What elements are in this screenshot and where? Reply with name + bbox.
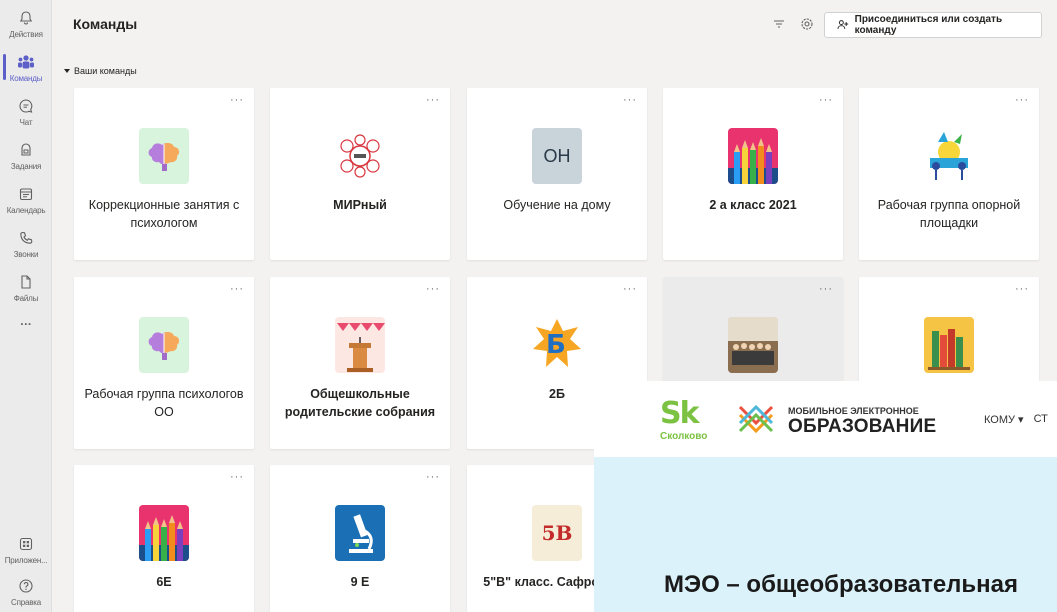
team-name: Общешкольные родительские собрания xyxy=(284,387,436,419)
more-options-icon[interactable]: ··· xyxy=(230,472,244,483)
rail-item-assignments[interactable]: Задания xyxy=(0,134,52,176)
meo-banner-overlay: Sk Сколково МОБИЛЬНОЕ ЭЛЕКТРОННОЕ ОБРАЗО… xyxy=(594,381,1057,612)
rail-item-label: Команды xyxy=(9,73,43,83)
bell-icon xyxy=(16,8,36,28)
rail-item-activity[interactable]: Действия xyxy=(0,2,52,44)
rail-item-calls[interactable]: Звонки xyxy=(0,222,52,264)
meo-header: Sk Сколково МОБИЛЬНОЕ ЭЛЕКТРОННОЕ ОБРАЗО… xyxy=(594,381,1057,457)
badge-text: 5В xyxy=(541,521,573,545)
rail-item-label: Файлы xyxy=(13,293,39,303)
class-5v-badge-icon: 5В xyxy=(532,505,582,561)
sun-people-icon xyxy=(924,128,974,184)
svg-text:Б: Б xyxy=(546,330,566,360)
pencils-icon xyxy=(728,128,778,184)
rail-item-calendar[interactable]: Календарь xyxy=(0,178,52,220)
more-options-icon[interactable]: ··· xyxy=(230,95,244,106)
teams-icon xyxy=(16,52,36,72)
meo-title: ОБРАЗОВАНИЕ xyxy=(788,416,937,437)
calendar-icon xyxy=(16,184,36,204)
meo-emblem-icon xyxy=(738,404,774,434)
page-title: Команды xyxy=(73,16,138,32)
more-options-icon[interactable]: ··· xyxy=(1015,284,1029,295)
team-card[interactable]: ··· МИРный xyxy=(270,88,450,260)
meo-subtitle: МОБИЛЬНОЕ ЭЛЕКТРОННОЕ xyxy=(788,406,919,416)
meo-headline: МЭО – общеобразовательная xyxy=(664,571,1019,598)
meo-nav: КОМУ ▾ СТ xyxy=(984,413,1048,426)
skolkovo-logo: Sk Сколково xyxy=(660,399,720,447)
team-card[interactable]: ··· Общешкольные родительские собрания xyxy=(270,277,450,449)
rail-item-label: Приложен... xyxy=(4,555,48,565)
skolkovo-text: Сколково xyxy=(660,431,708,442)
rail-item-label: Календарь xyxy=(6,205,46,215)
team-card[interactable]: ··· 2 а класс 2021 xyxy=(663,88,843,260)
section-toggle-your-teams[interactable]: Ваши команды xyxy=(64,66,137,76)
rail-item-apps[interactable]: Приложен... xyxy=(0,528,52,570)
team-card[interactable]: ··· ОН Обучение на дому xyxy=(467,88,647,260)
rail-item-label: Действия xyxy=(9,29,43,39)
rail-item-files[interactable]: Файлы xyxy=(0,266,52,308)
more-options-icon[interactable]: ··· xyxy=(819,284,833,295)
rail-more-button[interactable]: ··· xyxy=(0,310,52,336)
more-icon: ··· xyxy=(20,317,32,331)
podium-icon xyxy=(335,317,385,373)
more-options-icon[interactable]: ··· xyxy=(623,95,637,106)
more-options-icon[interactable]: ··· xyxy=(819,95,833,106)
books-icon xyxy=(924,317,974,373)
filter-icon[interactable] xyxy=(772,17,786,31)
assignments-icon xyxy=(16,140,36,160)
team-card[interactable]: ··· 9 Е xyxy=(270,465,450,612)
more-options-icon[interactable]: ··· xyxy=(426,284,440,295)
caret-down-icon xyxy=(64,69,70,73)
team-name: Обучение на дому xyxy=(503,198,611,212)
more-options-icon[interactable]: ··· xyxy=(623,284,637,295)
team-name: Коррекционные занятия с психологом xyxy=(88,198,240,230)
letter-b-icon: Б xyxy=(532,317,582,373)
brain-icon xyxy=(139,128,189,184)
app-rail: Действия Команды Чат Задания Календарь З… xyxy=(0,0,52,612)
rail-item-label: Справка xyxy=(11,597,41,607)
pencils-icon xyxy=(139,505,189,561)
rail-item-label: Звонки xyxy=(13,249,39,259)
brain-icon xyxy=(139,317,189,373)
team-name: МИРный xyxy=(333,198,387,212)
team-name: 2 а класс 2021 xyxy=(709,198,797,212)
rail-item-teams[interactable]: Команды xyxy=(0,46,52,88)
section-title: Ваши команды xyxy=(74,66,137,76)
more-options-icon[interactable]: ··· xyxy=(1015,95,1029,106)
team-name: Рабочая группа опорной площадки xyxy=(877,198,1021,230)
microscope-icon xyxy=(335,505,385,561)
phone-icon xyxy=(16,228,36,248)
team-name: 9 Е xyxy=(350,575,370,589)
mir-logo-icon xyxy=(335,128,385,184)
team-name: 6Е xyxy=(156,575,172,589)
join-or-create-team-button[interactable]: Присоединиться или создать команду xyxy=(824,12,1042,38)
team-card[interactable]: ··· Рабочая группа опорной площадки xyxy=(859,88,1039,260)
team-card[interactable]: ··· Коррекционные занятия с психологом xyxy=(74,88,254,260)
file-icon xyxy=(16,272,36,292)
more-options-icon[interactable]: ··· xyxy=(426,95,440,106)
more-options-icon[interactable]: ··· xyxy=(426,472,440,483)
team-card[interactable]: ··· 6Е xyxy=(74,465,254,612)
rail-item-help[interactable]: Справка xyxy=(0,570,52,612)
class-photo-image xyxy=(728,317,778,373)
meo-nav-whom[interactable]: КОМУ ▾ xyxy=(984,413,1024,426)
join-button-label: Присоединиться или создать команду xyxy=(854,14,1003,36)
rail-item-chat[interactable]: Чат xyxy=(0,90,52,132)
more-options-icon[interactable]: ··· xyxy=(230,284,244,295)
team-initials-avatar: ОН xyxy=(532,128,582,184)
team-card[interactable]: ··· Рабочая группа психологов ОО xyxy=(74,277,254,449)
settings-icon[interactable] xyxy=(799,16,815,32)
chat-icon xyxy=(16,96,36,116)
team-name: Рабочая группа психологов ОО xyxy=(84,387,244,419)
rail-item-label: Чат xyxy=(19,117,33,127)
rail-item-label: Задания xyxy=(10,161,42,171)
help-icon xyxy=(16,576,36,596)
skolkovo-mark: Sk xyxy=(660,396,700,431)
apps-icon xyxy=(16,534,36,554)
people-add-icon xyxy=(837,20,849,29)
meo-nav-next[interactable]: СТ xyxy=(1034,413,1048,426)
